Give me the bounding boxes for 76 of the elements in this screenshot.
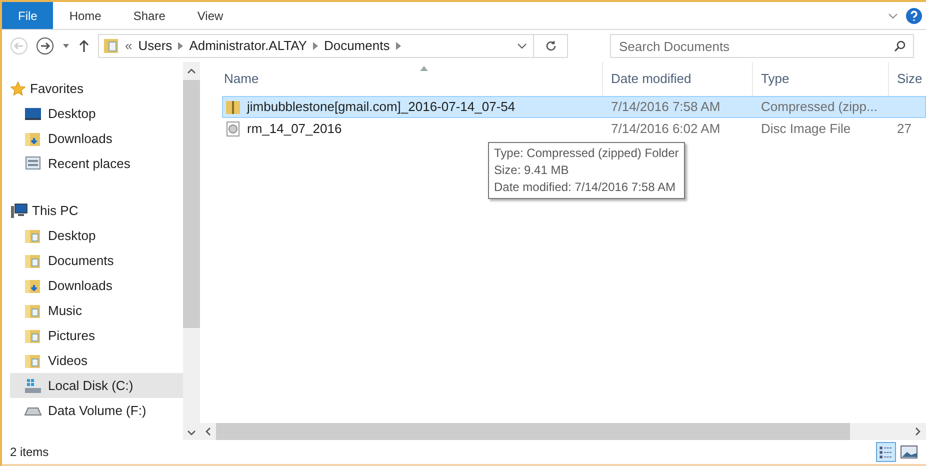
nav-item[interactable]: Desktop bbox=[10, 223, 183, 248]
disc-image-icon bbox=[225, 121, 241, 137]
folder-icon bbox=[24, 302, 42, 318]
column-header[interactable]: Size bbox=[897, 69, 922, 89]
overflow-marker[interactable]: « bbox=[125, 36, 132, 56]
computer-icon bbox=[10, 202, 28, 218]
nav-item[interactable]: Pictures bbox=[10, 323, 183, 348]
nav-item[interactable]: Recent places bbox=[10, 151, 183, 176]
scrollbar-thumb[interactable] bbox=[183, 80, 200, 328]
chevron-up-icon[interactable] bbox=[187, 68, 196, 74]
forward-icon[interactable] bbox=[36, 37, 54, 55]
column-header[interactable]: Name bbox=[224, 69, 259, 89]
nav-item[interactable]: Desktop bbox=[10, 101, 183, 126]
scrollbar[interactable] bbox=[183, 62, 200, 440]
status-text: 2 items bbox=[10, 444, 49, 461]
date-cell-text: 7/14/2016 7:58 AM bbox=[610, 98, 722, 116]
chevron-down-icon[interactable] bbox=[187, 430, 196, 436]
search-field[interactable]: Search Documents bbox=[610, 34, 914, 58]
nav-item[interactable]: Downloads bbox=[10, 126, 183, 151]
nav-item[interactable]: Music bbox=[10, 298, 183, 323]
column-header[interactable]: Type bbox=[761, 69, 790, 89]
file-name: rm_14_07_2016 bbox=[247, 120, 342, 138]
help-icon[interactable] bbox=[906, 8, 922, 24]
recent-places-icon bbox=[24, 156, 42, 172]
chevron-down-icon[interactable] bbox=[517, 42, 527, 50]
star-icon bbox=[10, 80, 26, 96]
address-bar[interactable]: « Users Administrator.ALTAY Documents bbox=[98, 34, 568, 58]
ribbon-tab[interactable]: File bbox=[2, 2, 54, 29]
chevron-right-icon[interactable] bbox=[915, 427, 921, 436]
tooltip-line: Date modified: 7/14/2016 7:58 AM bbox=[494, 179, 676, 196]
column-header[interactable]: Date modified bbox=[611, 69, 692, 89]
breadcrumb[interactable]: Administrator.ALTAY bbox=[189, 36, 307, 56]
folder-icon bbox=[103, 38, 119, 54]
nav-item[interactable]: Data Volume (F:) bbox=[10, 398, 183, 423]
type-cell-text: Disc Image File bbox=[760, 120, 852, 138]
tooltip-line: Type: Compressed (zipped) Folder bbox=[494, 145, 679, 162]
ribbon-tab[interactable]: Home bbox=[53, 2, 118, 29]
folder-icon bbox=[24, 228, 42, 244]
nav-item[interactable]: Documents bbox=[10, 248, 183, 273]
nav-item[interactable]: Downloads bbox=[10, 273, 183, 298]
chevron-right-icon[interactable] bbox=[396, 42, 401, 50]
size-cell-text: 27 bbox=[896, 120, 912, 138]
folder-icon bbox=[24, 252, 42, 268]
folder-icon bbox=[24, 352, 42, 368]
chevron-right-icon[interactable] bbox=[312, 42, 318, 50]
image-icon[interactable] bbox=[900, 444, 918, 460]
details-view-icon[interactable] bbox=[876, 442, 896, 462]
nav-group-header[interactable]: Favorites bbox=[10, 76, 183, 101]
caret-icon[interactable] bbox=[62, 43, 70, 49]
folder-icon bbox=[24, 328, 42, 344]
file-row[interactable]: rm_14_07_2016 7/14/2016 6:02 AM Disc Image File 27 bbox=[222, 118, 926, 140]
refresh-icon[interactable] bbox=[544, 40, 556, 52]
file-name: jimbubblestone[gmail.com]_2016-07-14_07-54 bbox=[247, 98, 516, 116]
ribbon-tab[interactable]: Share bbox=[117, 2, 182, 29]
drive-icon bbox=[24, 406, 42, 416]
chevron-left-icon[interactable] bbox=[205, 427, 211, 436]
chevron-right-icon[interactable] bbox=[178, 42, 184, 50]
up-arrow-icon[interactable] bbox=[78, 39, 90, 53]
chevron-down-icon[interactable] bbox=[888, 12, 898, 20]
breadcrumb[interactable]: Documents bbox=[324, 36, 390, 56]
nav-group-header[interactable]: This PC bbox=[10, 198, 183, 223]
nav-item[interactable]: Videos bbox=[10, 348, 183, 373]
ribbon-tab[interactable]: View bbox=[181, 2, 240, 29]
nav-item[interactable]: Local Disk (C:) bbox=[10, 373, 183, 398]
disk-drive-icon bbox=[24, 378, 42, 394]
date-cell-text: 7/14/2016 6:02 AM bbox=[610, 120, 722, 138]
monitor-icon bbox=[24, 106, 42, 120]
type-cell-text: Compressed (zipp... bbox=[760, 98, 878, 116]
breadcrumb[interactable]: Users bbox=[138, 36, 172, 56]
zip-folder-icon bbox=[225, 99, 241, 115]
file-row[interactable]: jimbubblestone[gmail.com]_2016-07-14_07-54 7/14/2016 7:58 AM Compressed (zipp... bbox=[222, 96, 926, 118]
downloads-folder-icon bbox=[24, 130, 42, 146]
downloads-folder-icon bbox=[24, 278, 42, 294]
tooltip-line: Size: 9.41 MB bbox=[494, 162, 570, 179]
search-icon[interactable] bbox=[894, 40, 906, 52]
sort-arrow-icon bbox=[420, 66, 428, 71]
